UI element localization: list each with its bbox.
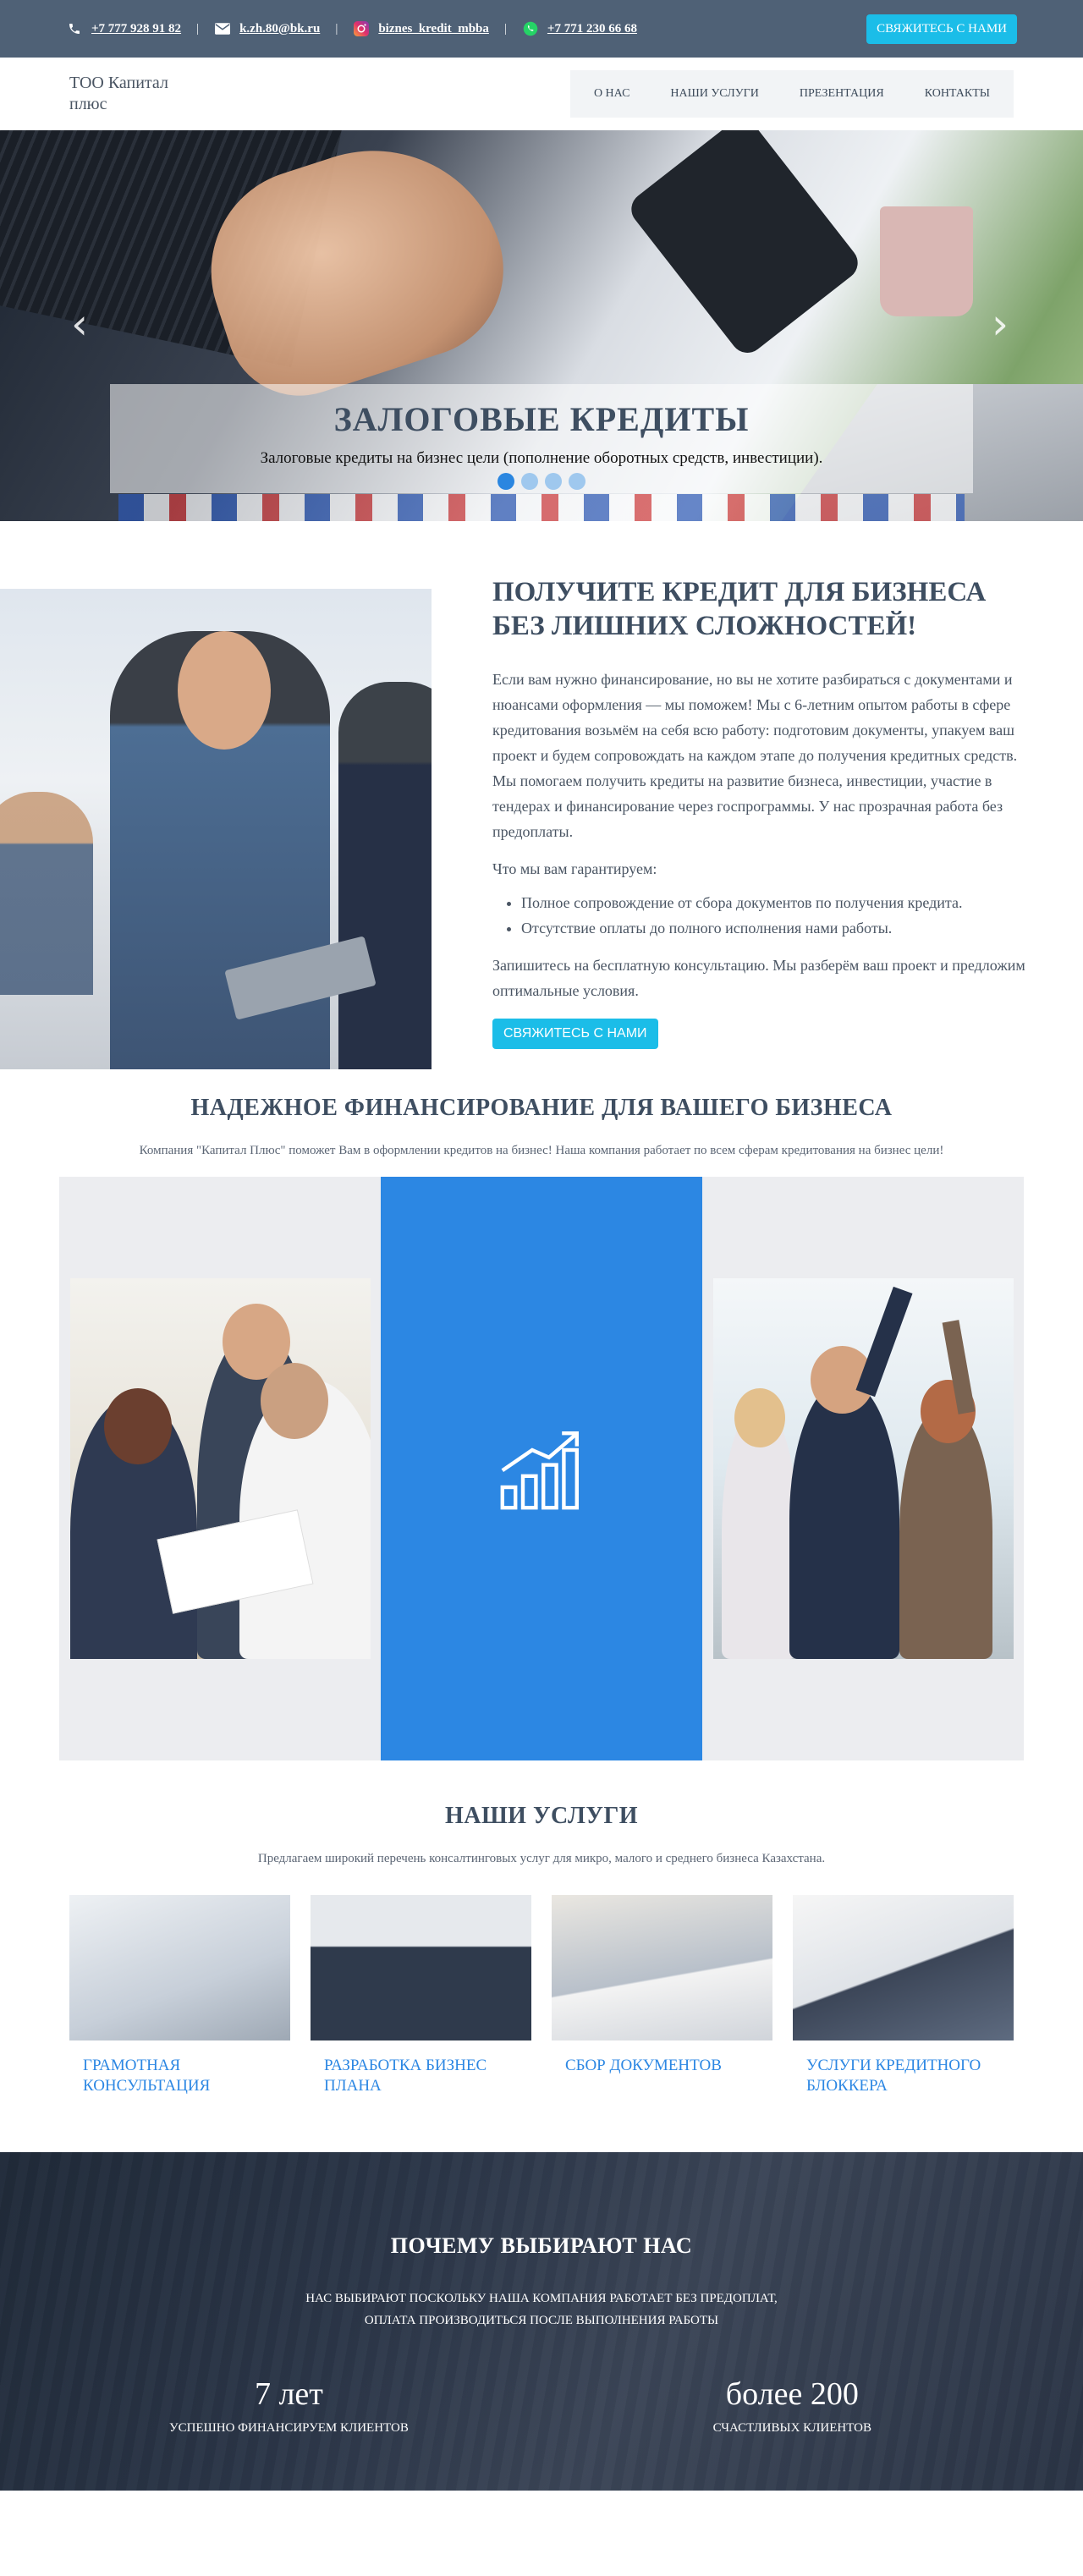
- whatsapp-link[interactable]: +7 771 230 66 68: [522, 20, 637, 37]
- service-image[interactable]: [552, 1895, 772, 2040]
- separator: |: [196, 21, 200, 36]
- stats-row: 7 лет Успешно финансируем клиентов более…: [0, 2332, 1083, 2436]
- service-card-business-plan[interactable]: Разработка бизнес плана: [311, 1895, 531, 2096]
- main-navbar: ТОО Капитал плюс О нас Наши услуги Презе…: [0, 58, 1083, 130]
- separator: |: [503, 21, 507, 36]
- slider-dot-4[interactable]: [569, 473, 585, 490]
- financing-section: Надежное финансирование для вашего бизне…: [0, 1095, 1083, 1760]
- phone-icon: [66, 20, 83, 37]
- services-section: Наши услуги Предлагаем широкий перечень …: [0, 1760, 1083, 2096]
- stat-value: 7 лет: [254, 2376, 323, 2412]
- slider-prev-arrow[interactable]: ‹: [71, 299, 88, 349]
- service-image[interactable]: [793, 1895, 1014, 2040]
- service-card-consultation[interactable]: Грамотная консультация: [69, 1895, 290, 2096]
- financing-grid: [59, 1177, 1024, 1760]
- about-text: Получите кредит для бизнеса без лишних с…: [432, 575, 1083, 1069]
- nav-item-presentation[interactable]: Презентация: [779, 87, 904, 101]
- slider-dot-2[interactable]: [521, 473, 538, 490]
- instagram-link[interactable]: biznes_kredit_mbba: [353, 20, 489, 37]
- why-us-line: оплата производиться после выполнения ра…: [364, 2314, 719, 2327]
- instagram-text[interactable]: biznes_kredit_mbba: [378, 22, 489, 36]
- nav-item-about[interactable]: О нас: [574, 87, 650, 101]
- about-title: Получите кредит для бизнеса без лишних с…: [492, 577, 987, 641]
- list-item: Отсутствие оплаты до полного исполнения …: [521, 915, 1031, 941]
- celebrating-team-photo: [712, 1278, 1014, 1659]
- why-us-description: Нас выбирают поскольку наша компания раб…: [0, 2288, 1083, 2332]
- service-image[interactable]: [311, 1895, 531, 2040]
- top-contact-bar: +7 777 928 91 82 | k.zh.80@bk.ru | bizne…: [0, 0, 1083, 58]
- consultation-text: Запишитесь на бесплатную консультацию. М…: [492, 957, 1025, 999]
- hero-image-phone: [624, 130, 865, 360]
- service-image[interactable]: [69, 1895, 290, 2040]
- email-text[interactable]: k.zh.80@bk.ru: [239, 22, 320, 36]
- why-us-line: Нас выбирают поскольку наша компания раб…: [305, 2292, 778, 2305]
- financing-title: Надежное финансирование для вашего бизне…: [190, 1095, 893, 1121]
- services-list: Грамотная консультация Разработка бизнес…: [69, 1895, 1014, 2096]
- financing-cell-right: [702, 1177, 1024, 1760]
- about-paragraph: Если вам нужно финансирование, но вы не …: [492, 671, 1018, 840]
- stat-years: 7 лет Успешно финансируем клиентов: [169, 2376, 409, 2436]
- email-link[interactable]: k.zh.80@bk.ru: [214, 20, 320, 37]
- service-title[interactable]: Грамотная консультация: [69, 2040, 290, 2096]
- financing-cell-center: [381, 1177, 702, 1760]
- services-title: Наши услуги: [444, 1803, 639, 1829]
- brand-logo-text[interactable]: ТОО Капитал плюс: [69, 73, 188, 115]
- hero-subtitle: Залоговые кредиты на бизнес цели (пополн…: [260, 449, 823, 467]
- service-title[interactable]: Разработка бизнес плана: [311, 2040, 531, 2096]
- service-card-credit-broker[interactable]: Услуги кредитного блоккера: [793, 1895, 1014, 2096]
- service-title[interactable]: Сбор документов: [552, 2040, 772, 2076]
- team-meeting-photo: [69, 1278, 371, 1659]
- hero-title: Залоговые кредиты: [333, 400, 750, 438]
- contact-us-button[interactable]: Свяжитесь с нами: [866, 14, 1017, 44]
- stat-clients: более 200 счастливых клиентов: [713, 2376, 871, 2436]
- mail-icon: [214, 20, 231, 37]
- about-contact-button[interactable]: Свяжитесь с нами: [492, 1019, 658, 1049]
- instagram-icon: [353, 20, 370, 37]
- why-us-title: Почему выбирают нас: [390, 2233, 693, 2258]
- growth-chart-icon: [500, 1431, 579, 1510]
- stat-caption: счастливых клиентов: [712, 2421, 871, 2435]
- services-subtitle: Предлагаем широкий перечень консалтингов…: [257, 1852, 826, 1865]
- stat-caption: Успешно финансируем клиентов: [169, 2421, 409, 2435]
- separator: |: [335, 21, 338, 36]
- slider-dots: [0, 473, 1083, 490]
- hero-image-mug: [880, 206, 973, 316]
- stat-value: более 200: [725, 2376, 859, 2412]
- list-item: Полное сопровождение от сбора документов…: [521, 890, 1031, 915]
- nav-menu: О нас Наши услуги Презентация Контакты: [569, 70, 1014, 118]
- hero-slider: ‹ › Залоговые кредиты Залоговые кредиты …: [0, 130, 1083, 521]
- whatsapp-text[interactable]: +7 771 230 66 68: [547, 22, 637, 36]
- slider-next-arrow[interactable]: ›: [992, 299, 1009, 349]
- financing-subtitle: Компания "Капитал Плюс" поможет Вам в оф…: [139, 1144, 944, 1157]
- about-section: Получите кредит для бизнеса без лишних с…: [0, 521, 1083, 1095]
- guarantee-intro: Что мы вам гарантируем:: [492, 860, 657, 877]
- service-title[interactable]: Услуги кредитного блоккера: [793, 2040, 1014, 2096]
- nav-item-contacts[interactable]: Контакты: [904, 87, 1010, 101]
- phone-text[interactable]: +7 777 928 91 82: [91, 22, 181, 36]
- service-card-documents[interactable]: Сбор документов: [552, 1895, 772, 2096]
- whatsapp-icon: [522, 20, 539, 37]
- slider-dot-1[interactable]: [498, 473, 514, 490]
- hero-image-paper: [118, 494, 965, 521]
- financing-cell-left: [59, 1177, 381, 1760]
- about-photo: [0, 589, 432, 1069]
- slider-dot-3[interactable]: [545, 473, 562, 490]
- nav-item-services[interactable]: Наши услуги: [650, 87, 778, 101]
- phone-link[interactable]: +7 777 928 91 82: [66, 20, 181, 37]
- guarantee-list: Полное сопровождение от сбора документов…: [521, 890, 1031, 941]
- why-us-section: Почему выбирают нас Нас выбирают посколь…: [0, 2152, 1083, 2491]
